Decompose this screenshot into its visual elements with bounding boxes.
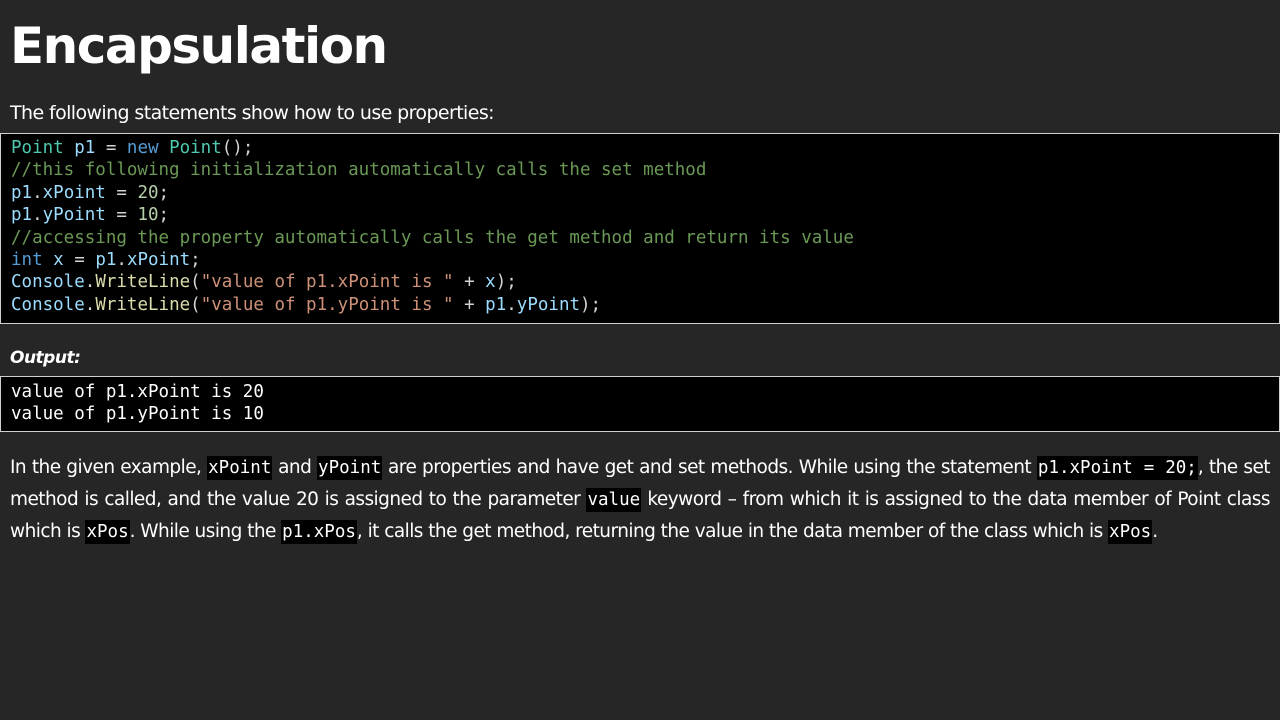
code-token: 20 — [137, 183, 159, 203]
code-token: //accessing the property automatically c… — [11, 228, 854, 248]
paragraph-text: In the given example, — [10, 457, 208, 478]
code-line: int x = p1.xPoint; — [11, 249, 201, 271]
code-token: Console — [11, 295, 85, 315]
code-token: Point — [169, 138, 222, 158]
inline-code: xPoint — [207, 456, 273, 480]
code-token: . — [84, 272, 96, 292]
inline-code: yPoint — [317, 456, 383, 480]
code-line: Point p1 = new Point(); — [11, 137, 253, 159]
inline-code: xPos — [85, 520, 130, 544]
explanation-paragraph: In the given example, xPoint and yPoint … — [10, 452, 1271, 548]
code-token: p1 — [11, 183, 33, 203]
code-token: = — [105, 183, 138, 203]
code-token: . — [32, 205, 43, 225]
code-token: = — [105, 205, 138, 225]
code-token: p1 — [95, 250, 117, 270]
code-token: . — [84, 295, 96, 315]
page-title: Encapsulation — [10, 17, 388, 75]
code-token: "value of p1.xPoint is " — [200, 272, 454, 292]
code-token: . — [506, 295, 517, 315]
code-token: p1 — [11, 205, 33, 225]
code-token: WriteLine — [95, 295, 191, 315]
code-block: Point p1 = new Point(); //this following… — [0, 133, 1280, 324]
inline-code: xPos — [1108, 520, 1153, 544]
inline-code: p1.xPos — [281, 520, 357, 544]
code-token: ( — [190, 272, 201, 292]
code-line: //this following initialization automati… — [11, 159, 706, 181]
output-block: value of p1.xPoint is 20 value of p1.yPo… — [0, 376, 1280, 432]
code-token: 10 — [137, 205, 159, 225]
code-token: = — [95, 138, 127, 158]
paragraph-text: . While using the — [129, 521, 282, 542]
code-token: Console — [11, 272, 85, 292]
code-token: . — [116, 250, 127, 270]
paragraph-text: , it calls the get method, returning the… — [356, 521, 1109, 542]
code-token: int — [11, 250, 43, 270]
code-token: = — [63, 250, 96, 270]
code-token: . — [32, 183, 43, 203]
inline-code: value — [586, 488, 642, 512]
code-line: //accessing the property automatically c… — [11, 227, 854, 249]
code-token: p1 — [74, 138, 96, 158]
output-line: value of p1.yPoint is 10 — [11, 404, 264, 424]
code-token: new — [126, 138, 159, 158]
code-line: p1.xPoint = 20; — [11, 182, 169, 204]
code-line: p1.yPoint = 10; — [11, 204, 169, 226]
code-token: yPoint — [42, 205, 106, 225]
code-token: ; — [190, 250, 201, 270]
intro-text: The following statements show how to use… — [10, 102, 495, 124]
paragraph-text: . — [1152, 521, 1158, 542]
code-token: Point — [11, 138, 64, 158]
code-token: "value of p1.yPoint is " — [200, 295, 454, 315]
code-token: + — [453, 295, 486, 315]
code-token: ; — [158, 205, 170, 225]
code-token: p1 — [485, 295, 507, 315]
code-token: //this following initialization automati… — [11, 160, 707, 180]
paragraph-text: are properties and have get and set meth… — [382, 457, 1037, 478]
code-token: (); — [221, 138, 254, 158]
paragraph-text: and — [272, 457, 318, 478]
code-token: ( — [190, 295, 201, 315]
inline-code: p1.xPoint = 20; — [1036, 456, 1198, 480]
code-token: x — [485, 272, 496, 292]
code-token: yPoint — [516, 295, 581, 315]
code-token: ); — [495, 272, 517, 292]
output-line: value of p1.xPoint is 20 — [11, 382, 264, 402]
code-token: + — [453, 272, 486, 292]
code-token: xPoint — [126, 250, 191, 270]
code-token: WriteLine — [95, 272, 191, 292]
code-token: ; — [158, 183, 170, 203]
slide: Encapsulation The following statements s… — [0, 0, 1280, 720]
code-token: xPoint — [42, 183, 106, 203]
code-line: Console.WriteLine("value of p1.yPoint is… — [11, 294, 601, 316]
code-token: x — [53, 250, 64, 270]
code-token: ); — [580, 295, 602, 315]
output-label: Output: — [10, 348, 81, 368]
code-line: Console.WriteLine("value of p1.xPoint is… — [11, 271, 517, 293]
